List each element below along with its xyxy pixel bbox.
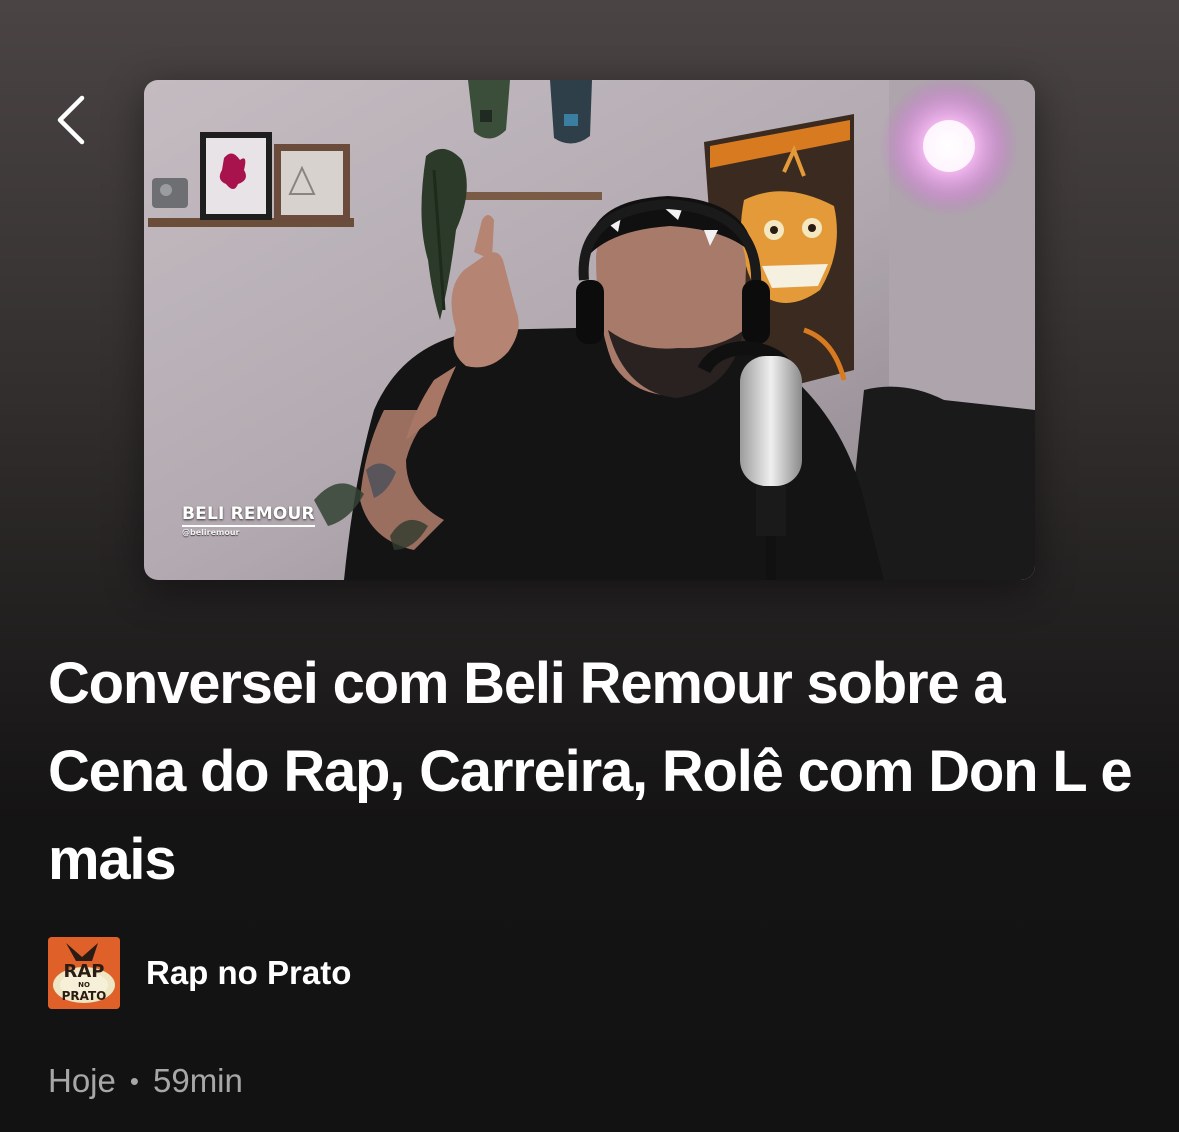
logo-text-no: NO <box>78 981 90 989</box>
rap-no-prato-logo: RAP NO PRATO <box>48 937 120 1009</box>
back-button[interactable] <box>40 84 104 156</box>
logo-text-prato: PRATO <box>62 989 107 1003</box>
show-thumbnail: RAP NO PRATO <box>48 937 120 1009</box>
show-name: Rap no Prato <box>146 954 352 991</box>
meta-separator: • <box>129 1065 139 1096</box>
episode-title: Conversei com Beli Remour sobre a Cena d… <box>48 651 1133 892</box>
episode-cover-image: BELI REMOUR @beliremour <box>144 80 1035 580</box>
cover-overlay-handle: @beliremour <box>182 528 240 537</box>
episode-duration: 59min <box>152 1062 243 1099</box>
episode-meta: Hoje • 59min <box>48 1062 243 1100</box>
cover-overlay-name: BELI REMOUR <box>182 504 315 527</box>
chevron-left-icon <box>57 95 85 145</box>
episode-date: Hoje <box>48 1062 116 1099</box>
logo-text-rap: RAP <box>64 961 105 982</box>
show-link[interactable]: RAP NO PRATO Rap no Prato <box>48 937 351 1009</box>
